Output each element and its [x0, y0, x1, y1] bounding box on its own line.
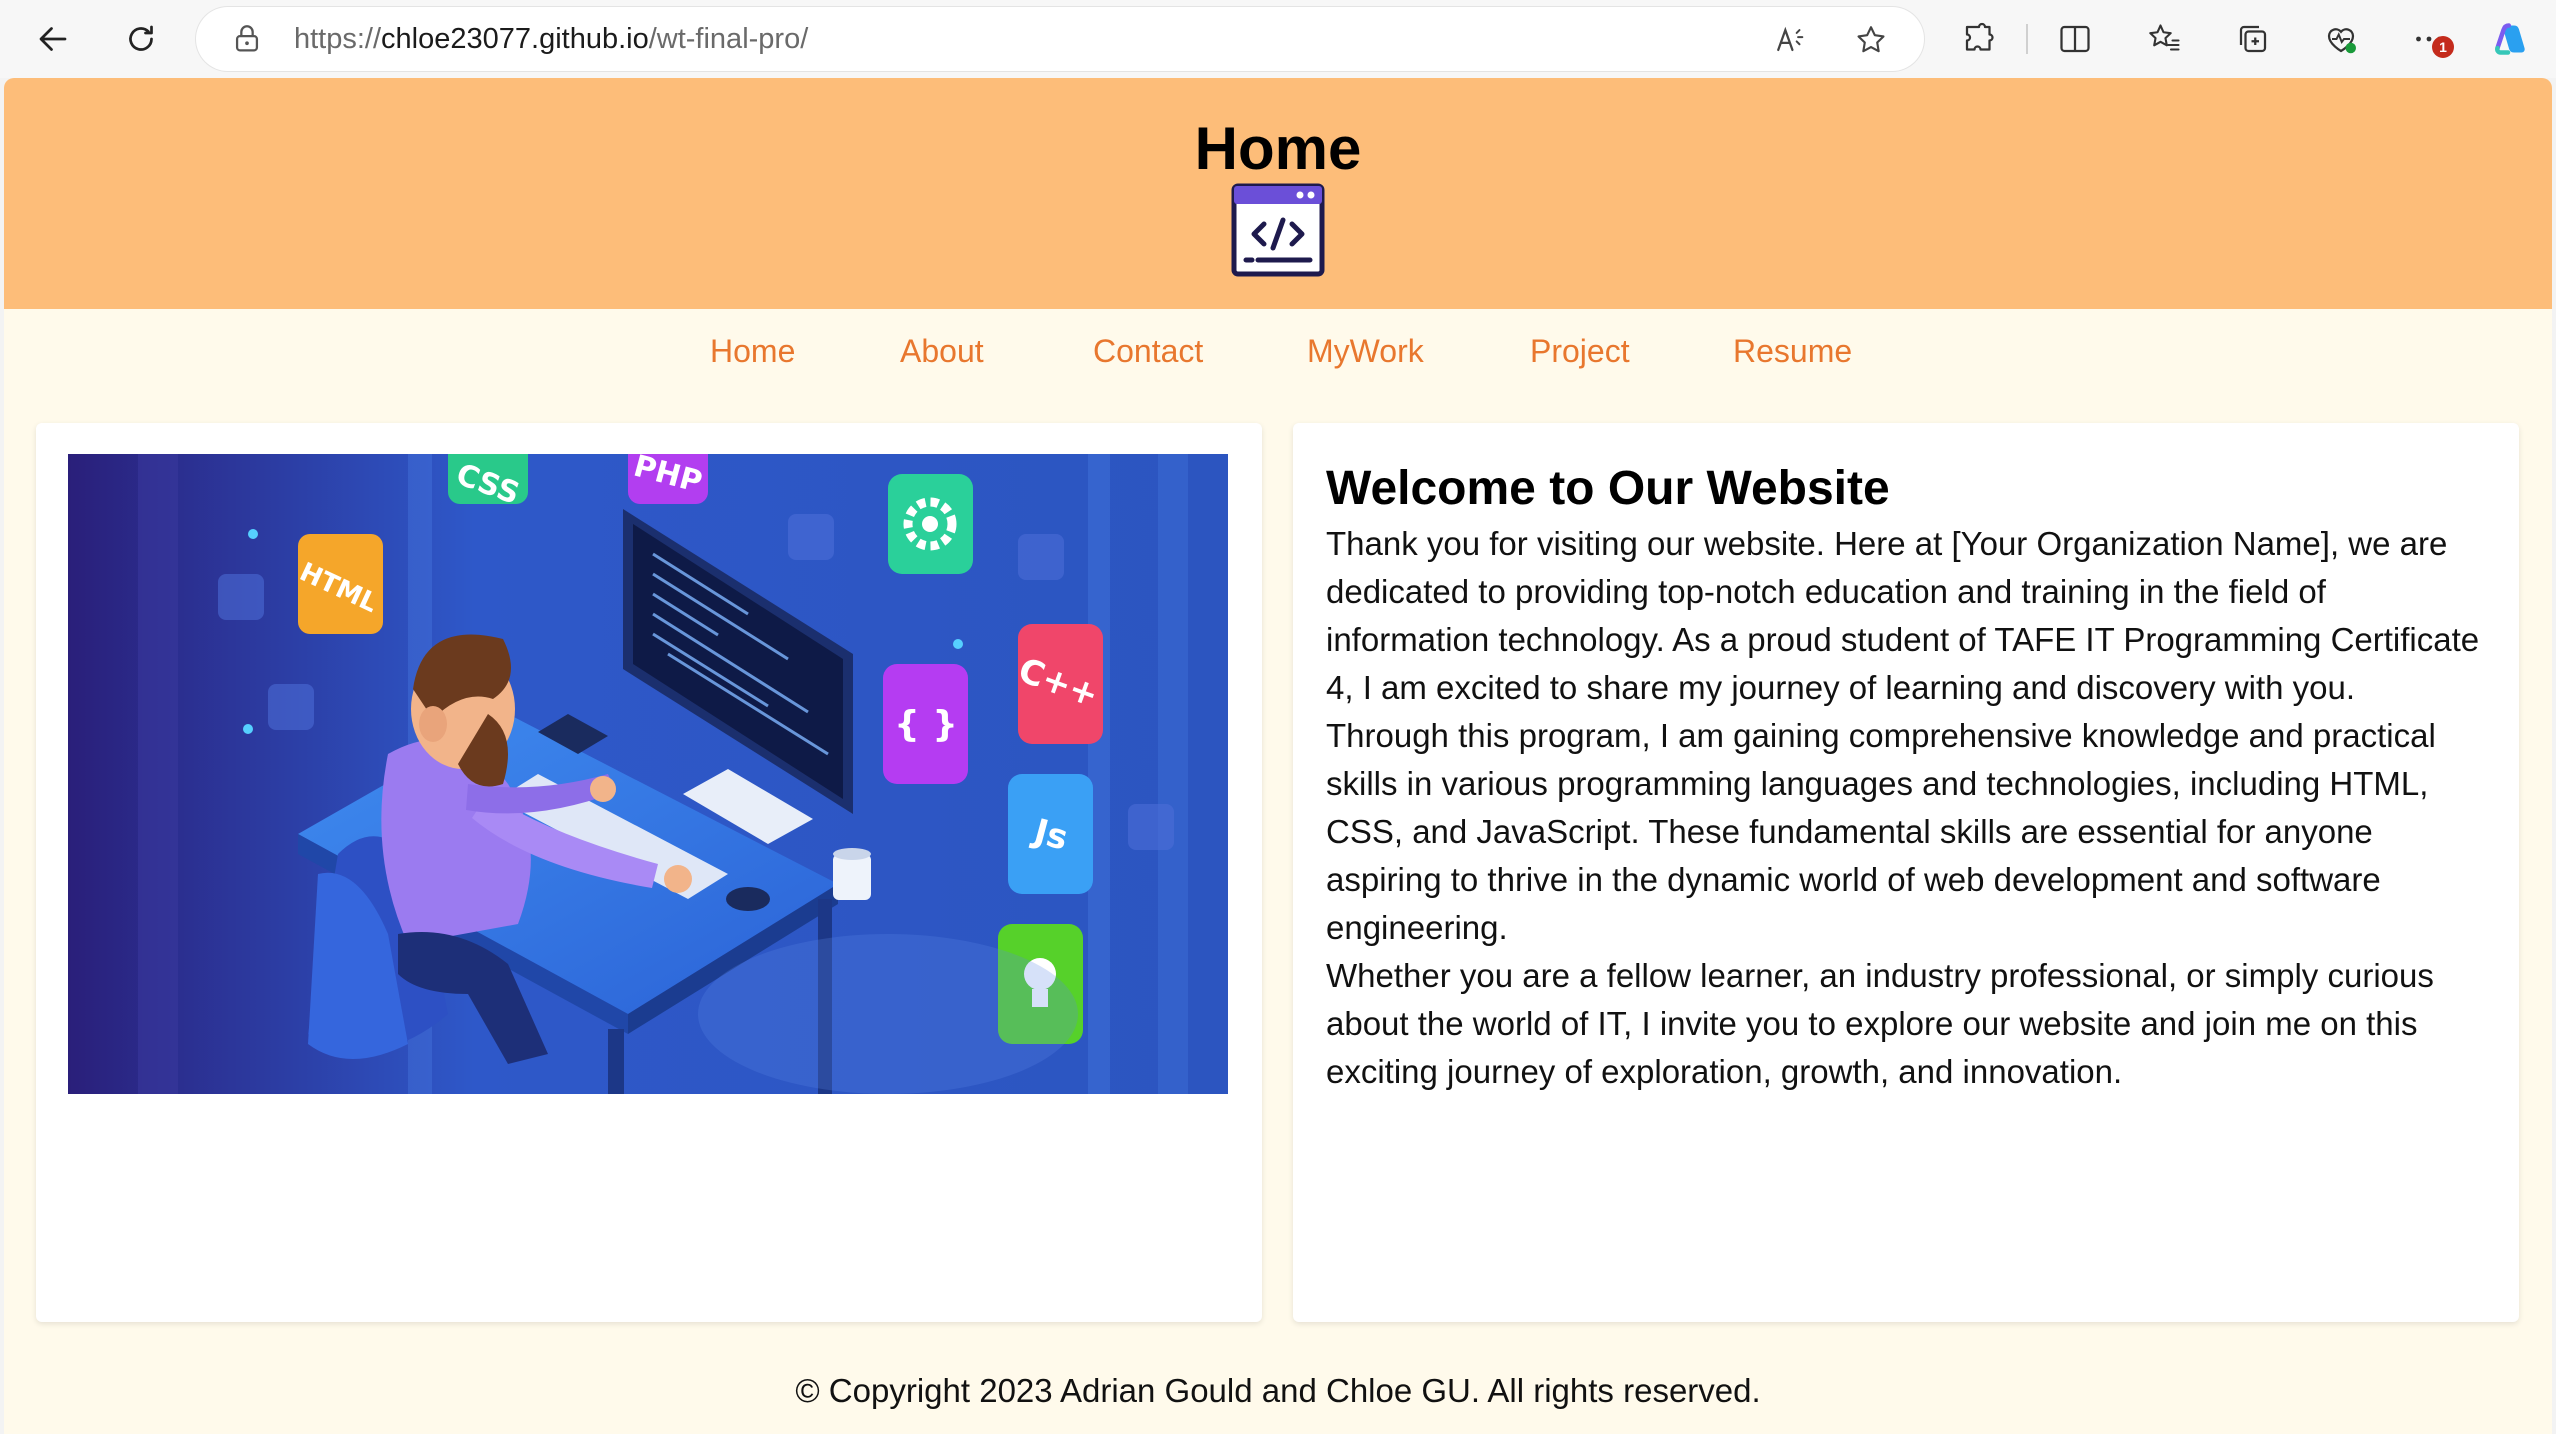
refresh-icon[interactable]	[116, 14, 166, 64]
nav-link-home[interactable]: Home	[710, 333, 795, 370]
url-path: /wt-final-pro/	[648, 23, 809, 55]
welcome-heading: Welcome to Our Website	[1326, 462, 1890, 515]
page-viewport: Home Home About Contact MyWork Project R…	[4, 78, 2552, 1434]
nav-link-resume[interactable]: Resume	[1733, 333, 1852, 370]
developer-illustration: CSS PHP HTML C++ { } Js	[68, 454, 1228, 1094]
browser-toolbar: https://chloe23077.github.io/wt-final-pr…	[0, 0, 2556, 78]
welcome-card: Welcome to Our Website Thank you for vis…	[1293, 423, 2519, 1322]
nav-link-mywork[interactable]: MyWork	[1307, 333, 1424, 370]
nav-link-project[interactable]: Project	[1530, 333, 1630, 370]
notification-badge: 1	[2432, 36, 2454, 58]
welcome-paragraph: Thank you for visiting our website. Here…	[1326, 525, 2480, 706]
image-card: CSS PHP HTML C++ { } Js	[36, 423, 1262, 1322]
url-text[interactable]: https://chloe23077.github.io/wt-final-pr…	[294, 23, 808, 56]
back-arrow-icon[interactable]	[28, 14, 78, 64]
browser-essentials-icon[interactable]	[2320, 18, 2362, 60]
favorite-star-icon[interactable]	[1852, 21, 1890, 59]
site-header: Home	[4, 78, 2552, 309]
lock-icon[interactable]	[230, 22, 264, 56]
site-footer: © Copyright 2023 Adrian Gould and Chloe …	[795, 1372, 1761, 1409]
extensions-icon[interactable]	[1958, 18, 2000, 60]
collections-icon[interactable]	[2232, 18, 2274, 60]
split-screen-icon[interactable]	[2054, 18, 2096, 60]
nav-link-contact[interactable]: Contact	[1093, 333, 1203, 370]
welcome-paragraph: Whether you are a fellow learner, an ind…	[1326, 957, 2434, 1090]
favorites-icon[interactable]	[2144, 18, 2186, 60]
main-nav: Home About Contact MyWork Project Resume	[4, 309, 2552, 397]
read-aloud-icon[interactable]	[1772, 21, 1810, 59]
code-window-icon	[1231, 183, 1325, 277]
copilot-icon[interactable]	[2490, 18, 2532, 60]
page-title: Home	[1194, 115, 1362, 182]
braces-tile-label: { }	[894, 704, 958, 745]
welcome-text: Thank you for visiting our website. Here…	[1326, 520, 2496, 1096]
nav-link-about[interactable]: About	[900, 333, 984, 370]
address-bar[interactable]: https://chloe23077.github.io/wt-final-pr…	[196, 7, 1924, 71]
welcome-paragraph: Through this program, I am gaining compr…	[1326, 717, 2436, 946]
toolbar-divider	[2026, 24, 2028, 54]
url-prefix: https://	[294, 23, 382, 55]
url-host: chloe23077.github.io	[381, 23, 649, 55]
